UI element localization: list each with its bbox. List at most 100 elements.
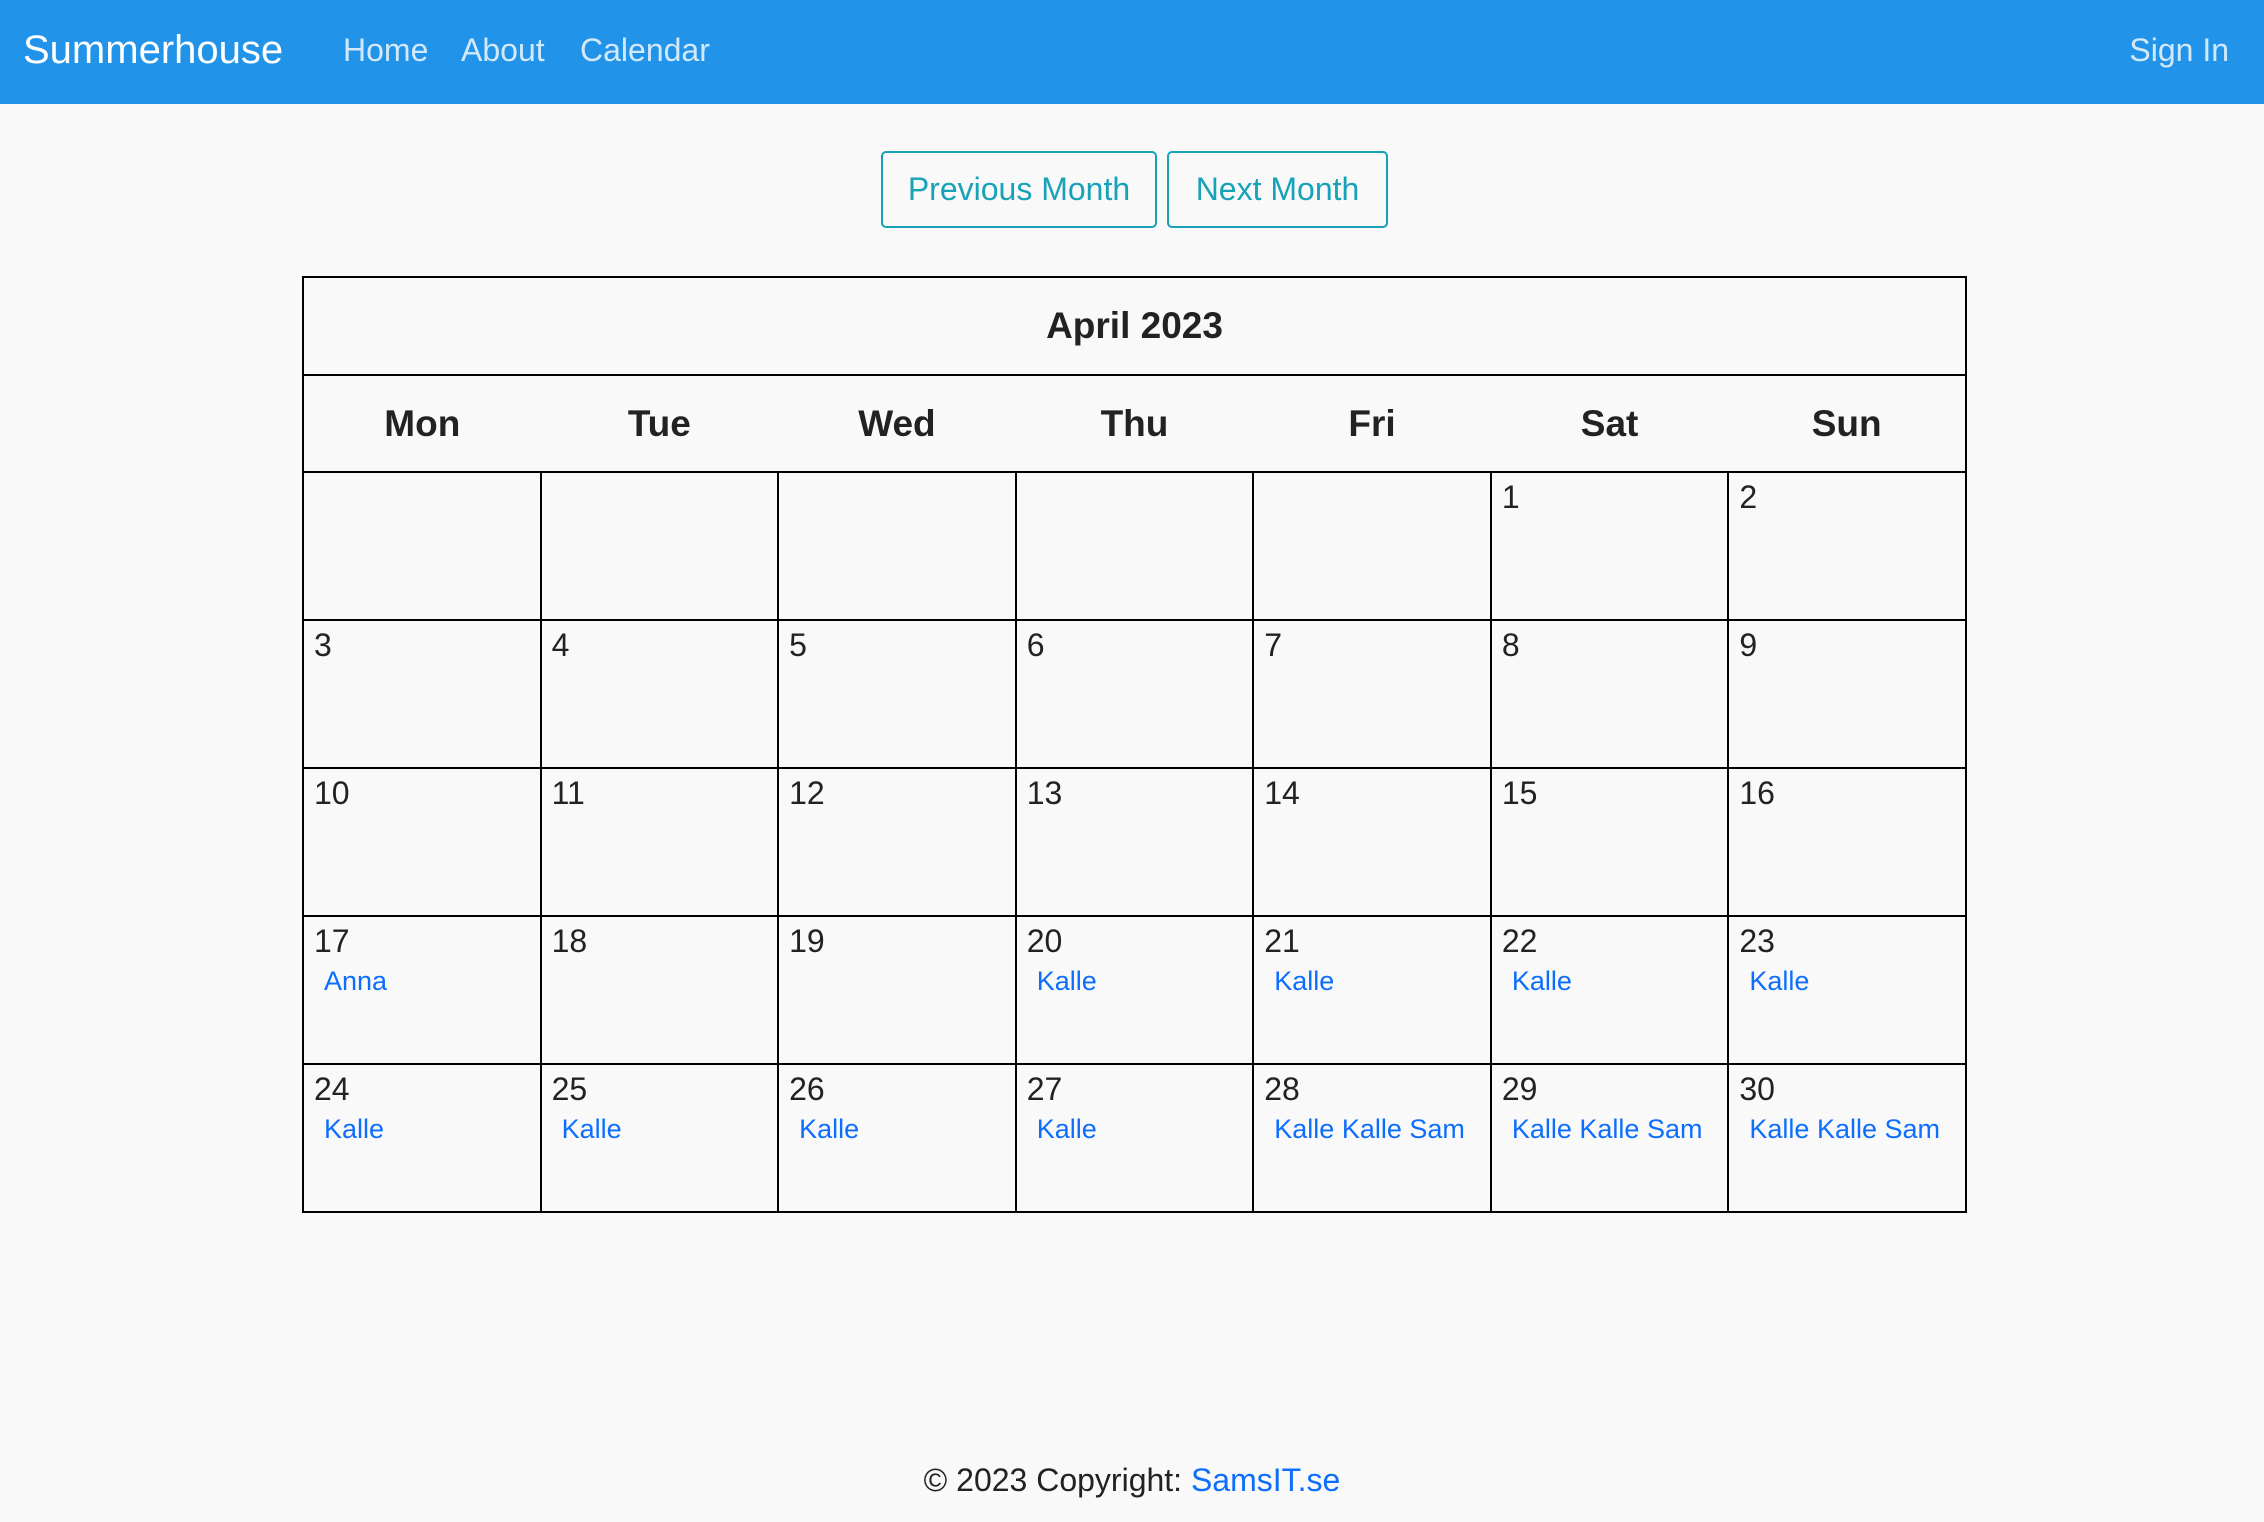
booking-list: Kalle xyxy=(1017,1107,1253,1144)
day-number: 8 xyxy=(1501,627,1520,663)
calendar-day-cell: 16 xyxy=(1727,767,1967,917)
calendar-day-cell: 15 xyxy=(1489,767,1730,917)
booking-list: Kalle xyxy=(304,1107,540,1144)
calendar-day-cell: 28 Kalle Kalle Sam xyxy=(1252,1063,1492,1213)
booking-list: Kalle xyxy=(779,1107,1015,1144)
day-number: 19 xyxy=(789,923,825,959)
calendar-day-cell: 13 xyxy=(1014,767,1255,917)
weekday-wed: Wed xyxy=(778,374,1016,473)
day-number: 16 xyxy=(1739,775,1775,811)
calendar-day-cell: 2 xyxy=(1727,471,1967,621)
calendar-day-cell: 19 xyxy=(777,915,1017,1065)
calendar-empty-cell xyxy=(777,471,1017,621)
top-navbar: Summerhouse Home About Calendar Sign In xyxy=(0,0,2264,104)
booking-link[interactable]: Kalle xyxy=(324,1114,384,1144)
day-number: 9 xyxy=(1739,627,1758,663)
weekday-thu: Thu xyxy=(1015,374,1254,473)
booking-list: Anna xyxy=(304,959,540,996)
calendar-day-cell: 9 xyxy=(1727,619,1967,769)
day-number: 1 xyxy=(1501,479,1520,515)
calendar-body: 1 2 3 4 5 6 7 8 9 10 11 12 13 14 15 16 17 Anna 18 19 20 Kalle… xyxy=(302,471,1967,1213)
day-number: 14 xyxy=(1264,775,1300,811)
booking-link[interactable]: Kalle xyxy=(1342,1114,1402,1144)
calendar-day-cell: 4 xyxy=(539,619,780,769)
weekday-mon: Mon xyxy=(302,374,541,473)
day-number: 28 xyxy=(1264,1071,1300,1107)
booking-link[interactable]: Kalle xyxy=(1037,1114,1097,1144)
booking-link[interactable]: Sam xyxy=(1409,1114,1465,1144)
calendar-empty-cell xyxy=(1252,471,1492,621)
calendar-day-cell: 22 Kalle xyxy=(1489,915,1730,1065)
booking-link[interactable]: Kalle xyxy=(1512,1114,1572,1144)
day-number: 22 xyxy=(1501,923,1538,959)
booking-list: Kalle xyxy=(1254,959,1490,996)
calendar-month-title: April 2023 xyxy=(302,276,1967,376)
booking-link[interactable]: Anna xyxy=(324,966,387,996)
weekday-tue: Tue xyxy=(540,374,779,473)
booking-list: Kalle xyxy=(542,1107,778,1144)
previous-month-button[interactable]: Previous Month xyxy=(881,151,1157,228)
calendar-day-cell: 10 xyxy=(302,767,542,917)
calendar-empty-cell xyxy=(539,471,780,621)
booking-link[interactable]: Kalle xyxy=(1512,966,1572,996)
nav-link-about[interactable]: About xyxy=(461,0,545,104)
calendar-day-cell: 25 Kalle xyxy=(539,1063,780,1213)
calendar-day-cell: 14 xyxy=(1252,767,1492,917)
day-number: 4 xyxy=(551,627,570,663)
calendar-week-row: 3 4 5 6 7 8 9 xyxy=(302,619,1967,769)
booking-link[interactable]: Kalle xyxy=(1749,1114,1809,1144)
calendar-empty-cell xyxy=(302,471,542,621)
calendar-day-cell: 21 Kalle xyxy=(1252,915,1492,1065)
day-number: 25 xyxy=(551,1071,588,1107)
nav-link-home[interactable]: Home xyxy=(343,0,428,104)
booking-link[interactable]: Kalle xyxy=(1749,966,1809,996)
booking-list: Kalle Kalle Sam xyxy=(1729,1107,1965,1144)
day-number: 5 xyxy=(789,627,807,663)
day-number: 18 xyxy=(551,923,588,959)
booking-link[interactable]: Sam xyxy=(1647,1114,1703,1144)
booking-link[interactable]: Kalle xyxy=(799,1114,859,1144)
calendar-day-cell: 5 xyxy=(777,619,1017,769)
day-number: 15 xyxy=(1501,775,1538,811)
day-number: 11 xyxy=(551,775,585,811)
calendar-day-cell: 1 xyxy=(1489,471,1730,621)
booking-link[interactable]: Sam xyxy=(1885,1114,1941,1144)
calendar-day-cell: 11 xyxy=(539,767,780,917)
calendar-day-cell: 26 Kalle xyxy=(777,1063,1017,1213)
booking-link[interactable]: Kalle xyxy=(562,1114,622,1144)
calendar-day-cell: 24 Kalle xyxy=(302,1063,542,1213)
calendar-week-row: 12 xyxy=(302,471,1967,621)
day-number: 7 xyxy=(1264,627,1283,663)
day-number: 24 xyxy=(314,1071,350,1107)
day-number: 2 xyxy=(1739,479,1758,515)
day-number: 27 xyxy=(1026,1071,1063,1107)
sign-in-link[interactable]: Sign In xyxy=(2129,0,2229,104)
calendar-day-cell: 3 xyxy=(302,619,542,769)
calendar-day-cell: 18 xyxy=(539,915,780,1065)
calendar-day-cell: 17 Anna xyxy=(302,915,542,1065)
booking-list: Kalle Kalle Sam xyxy=(1492,1107,1728,1144)
booking-list: Kalle xyxy=(1729,959,1965,996)
booking-link[interactable]: Kalle xyxy=(1274,966,1334,996)
brand-link[interactable]: Summerhouse xyxy=(23,0,283,104)
nav-link-calendar[interactable]: Calendar xyxy=(580,0,710,104)
day-number: 26 xyxy=(789,1071,825,1107)
booking-link[interactable]: Kalle xyxy=(1579,1114,1639,1144)
booking-link[interactable]: Kalle xyxy=(1274,1114,1334,1144)
footer-link[interactable]: SamsIT.se xyxy=(1191,1462,1340,1498)
day-number: 17 xyxy=(314,923,350,959)
booking-link[interactable]: Kalle xyxy=(1037,966,1097,996)
calendar-day-cell: 27 Kalle xyxy=(1014,1063,1255,1213)
booking-link[interactable]: Kalle xyxy=(1817,1114,1877,1144)
next-month-button[interactable]: Next Month xyxy=(1167,151,1388,228)
day-number: 21 xyxy=(1264,923,1300,959)
weekday-header-row: Mon Tue Wed Thu Fri Sat Sun xyxy=(302,374,1967,473)
calendar-day-cell: 8 xyxy=(1489,619,1730,769)
month-navigation: Previous Month Next Month xyxy=(880,151,1390,228)
calendar-week-row: 10 11 12 13 14 15 16 xyxy=(302,767,1967,917)
booking-list: Kalle Kalle Sam xyxy=(1254,1107,1490,1144)
weekday-sun: Sun xyxy=(1728,374,1967,473)
day-number: 30 xyxy=(1739,1071,1775,1107)
calendar-day-cell: 30 Kalle Kalle Sam xyxy=(1727,1063,1967,1213)
calendar-day-cell: 29 Kalle Kalle Sam xyxy=(1489,1063,1730,1213)
